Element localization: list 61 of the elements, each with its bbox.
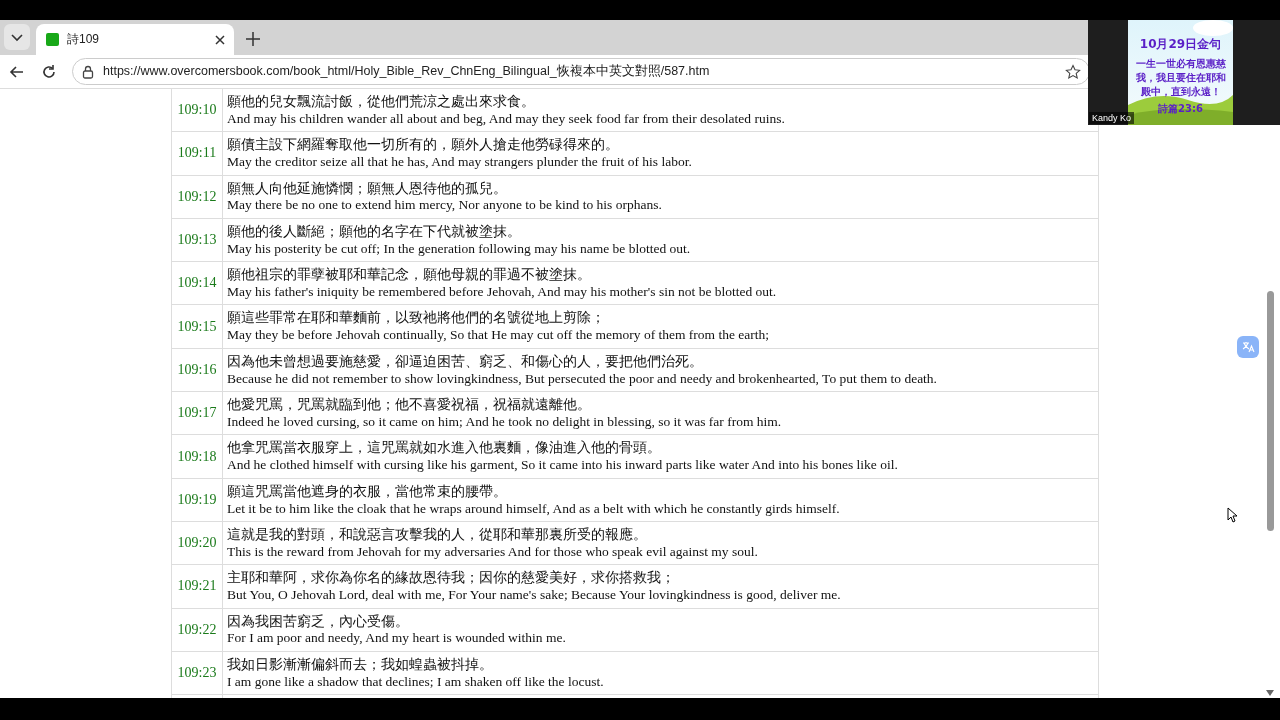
english-verse-text: This is the reward from Jehovah for my adversaries And for those who speak evil against my soul.	[227, 542, 758, 561]
chinese-verse-text: 因為他未曾想過要施慈愛，卻逼迫困苦、窮乏、和傷心的人，要把他們治死。	[227, 352, 704, 370]
english-verse-text: But You, O Jehovah Lord, deal with me, For Your name's sake; Because Your lovingkindness is good, deliver me.	[227, 586, 841, 604]
scroll-down-icon[interactable]	[1266, 690, 1274, 696]
chinese-verse-text: 他拿咒罵當衣服穿上，這咒罵就如水進入他裏麵，像油進入他的骨頭。	[227, 439, 662, 457]
tab-title: 詩109	[67, 31, 101, 48]
verse-number: 109:18	[172, 435, 223, 478]
lock-icon	[81, 64, 95, 79]
slide-line: 殿中，直到永遠！	[1140, 85, 1221, 99]
browser-tab[interactable]: 詩109	[36, 24, 234, 55]
english-verse-text: May they be before Jehovah continually, So that He may cut off the memory of them from the earth;	[227, 326, 770, 344]
favicon-icon	[46, 33, 59, 46]
english-verse-text: Because he did not remember to show lovingkindness, But persecuted the poor and needy and brokenhearted, To put them to death.	[227, 369, 937, 388]
new-tab-icon[interactable]	[244, 30, 262, 48]
tab-list-button[interactable]	[4, 24, 30, 50]
chinese-verse-text: 願這些罪常在耶和華麵前，以致祂將他們的名號從地上剪除；	[227, 309, 606, 327]
slide-line: 我，我且要住在耶和	[1135, 71, 1226, 85]
reload-icon[interactable]	[40, 62, 58, 81]
verse-number: 109:17	[172, 392, 223, 435]
english-verse-text: For I am poor and needy, And my heart is wounded within me.	[227, 629, 566, 647]
english-verse-text: And he clothed himself with cursing like his garment, So it came into his inward parts like water And into his bones like oil.	[227, 456, 898, 474]
english-verse-text: And may his children wander all about and beg, And may they seek food far from their desolated ruins.	[227, 109, 785, 128]
verse-number: 109:10	[172, 89, 223, 132]
verse-number: 109:19	[172, 478, 223, 521]
english-verse-text: Let it be to him like the cloak that he wraps around himself, And as a belt with which he constantly girds himself.	[227, 499, 840, 518]
verse-number: 109:15	[172, 305, 223, 348]
address-bar[interactable]: https://www.overcomersbook.com/book_html/Holy_Bible_Rev_ChnEng_Bilingual_恢複本中英文對照/587.htm	[72, 58, 1090, 85]
mouse-cursor-icon	[1227, 507, 1237, 523]
slide-line: 一生一世必有恩惠慈	[1135, 57, 1226, 71]
chinese-verse-text: 願他的後人斷絕；願他的名字在下代就被塗抹。	[227, 222, 522, 240]
verse-number: 109:22	[172, 608, 223, 651]
chinese-verse-text: 願這咒罵當他遮身的衣服，當他常束的腰帶。	[227, 482, 508, 500]
english-verse-text: May the creditor seize all that he has, And may strangers plunder the fruit of his labor.	[227, 153, 692, 171]
verse-number: 109:11	[172, 132, 223, 175]
slide-reference: 詩篇23:6	[1158, 102, 1203, 116]
chinese-verse-text: 願他的兒女飄流討飯，從他們荒涼之處出來求食。	[227, 93, 536, 110]
chinese-verse-text: 這就是我的對頭，和說惡言攻擊我的人，從耶和華那裏所受的報應。	[227, 525, 648, 543]
chinese-verse-text: 我如日影漸漸偏斜而去；我如蝗蟲被抖掉。	[227, 655, 494, 673]
star-icon[interactable]	[1065, 63, 1081, 80]
slide-title: 10月29日金句	[1139, 36, 1222, 53]
english-verse-text: Indeed he loved cursing, so it came on him; And he took no delight in blessing, so it was far from him.	[227, 412, 782, 431]
url-text: https://www.overcomersbook.com/book_html/Holy_Bible_Rev_ChnEng_Bilingual_恢複本中英文對照/587.htm	[103, 63, 711, 80]
chinese-verse-text: 主耶和華阿，求你為你名的緣故恩待我；因你的慈愛美好，求你搭救我；	[227, 569, 676, 587]
verse-number: 109:16	[172, 348, 223, 392]
english-verse-text: May there be no one to extend him mercy, Nor anyone to be kind to his orphans.	[227, 196, 662, 214]
chinese-verse-text: 他愛咒罵，咒罵就臨到他；他不喜愛祝福，祝福就遠離他。	[227, 396, 592, 413]
verse-number: 109:12	[172, 175, 223, 218]
scrollbar-thumb[interactable]	[1267, 291, 1274, 531]
chinese-verse-text: 願他祖宗的罪孽被耶和華記念，願他母親的罪過不被塗抹。	[227, 266, 592, 284]
english-verse-text: I am gone like a shadow that declines; I am shaken off like the locust.	[227, 672, 604, 691]
english-verse-text: May his posterity be cut off; In the generation following may his name be blotted out.	[227, 239, 691, 258]
verse-number: 109:23	[172, 651, 223, 695]
participant-name: Kandy Ko	[1089, 112, 1135, 124]
chinese-verse-text: 因為我困苦窮乏，內心受傷。	[227, 612, 410, 630]
verse-number: 109:13	[172, 218, 223, 262]
chinese-verse-text: 願債主設下網羅奪取他一切所有的，願外人搶走他勞碌得來的。	[227, 136, 620, 154]
english-verse-text: May his father's iniquity be remembered before Jehovah, And may his mother's sin not be blotted out.	[227, 283, 777, 301]
verse-number: 109:21	[172, 565, 223, 608]
chinese-verse-text: 願無人向他延施憐憫；願無人恩待他的孤兒。	[227, 179, 508, 197]
verse-number: 109:20	[172, 521, 223, 565]
verse-number: 109:14	[172, 262, 223, 305]
